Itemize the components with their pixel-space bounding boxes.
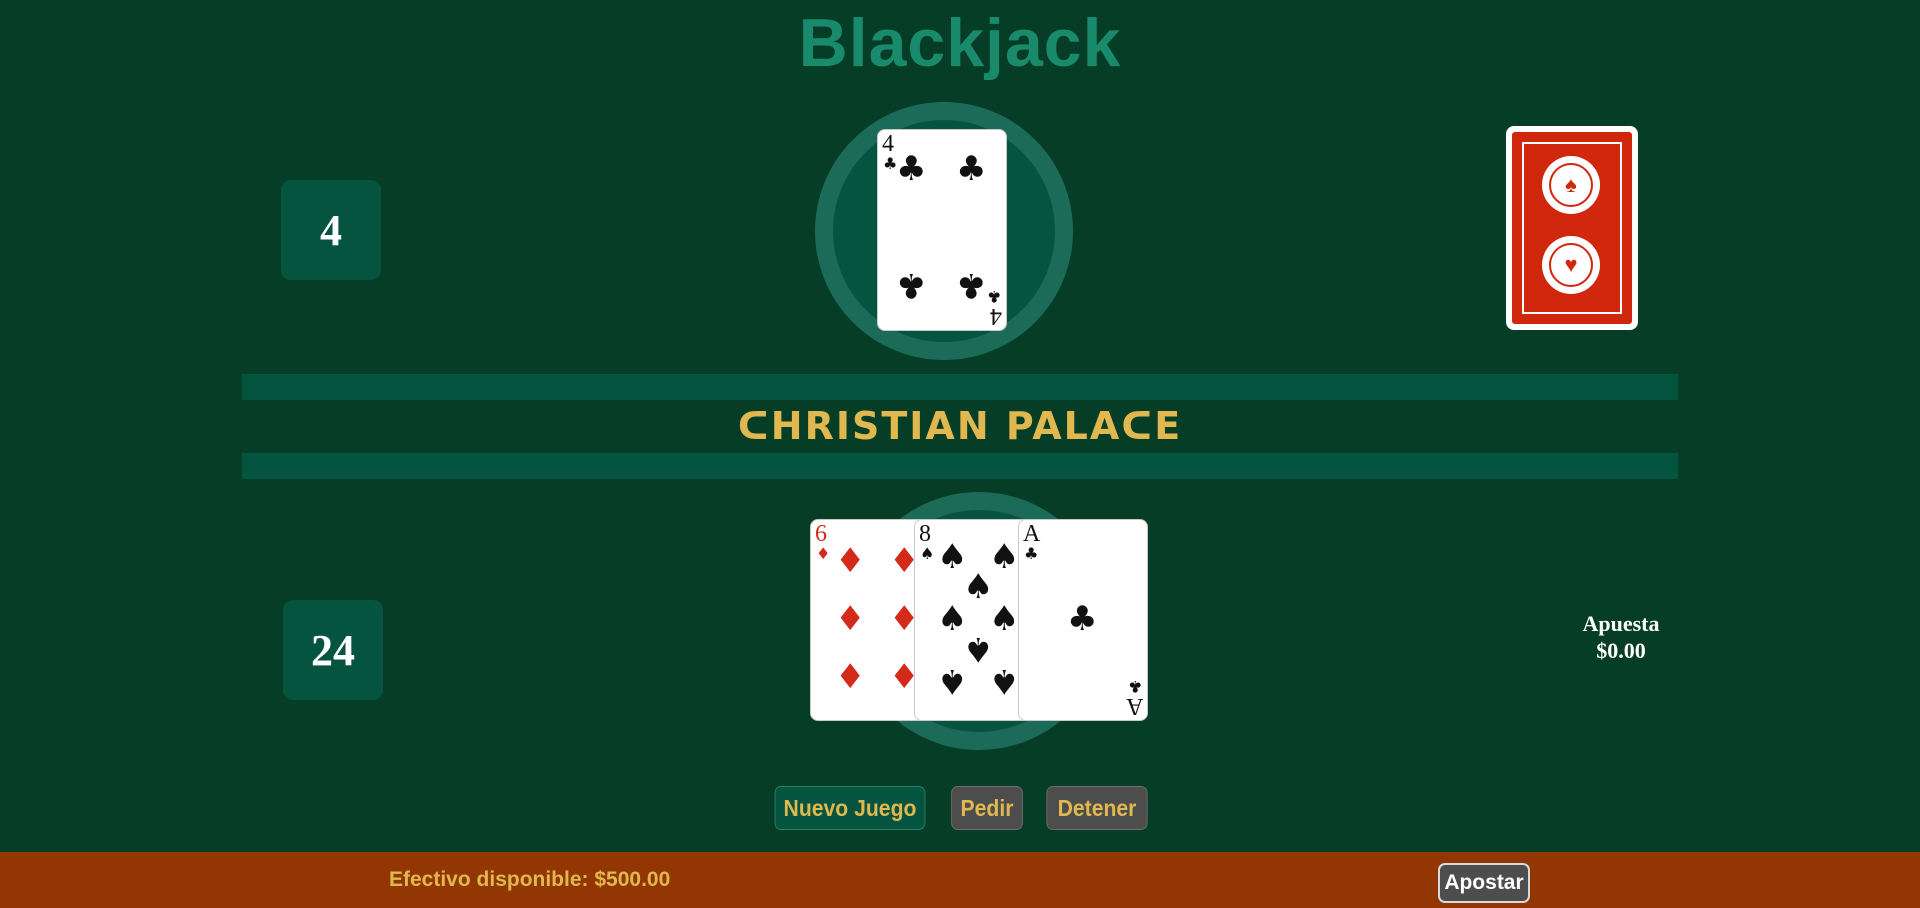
club-icon: ♣ bbox=[956, 149, 987, 189]
spade-icon: ♠ bbox=[920, 544, 935, 563]
bet-info: Apuesta $0.00 bbox=[1560, 610, 1682, 664]
heart-medallion-icon: ♥ bbox=[1542, 236, 1600, 294]
table-band-top bbox=[242, 374, 1678, 400]
card-rank: A bbox=[1023, 521, 1041, 547]
dealer-card: 4 ♣ ♣ ♣ ♣ ♣ ♣ 4 bbox=[877, 129, 1007, 331]
card-rank: 4 bbox=[882, 131, 894, 157]
club-icon: ♣ bbox=[896, 265, 927, 305]
dealer-score: 4 bbox=[281, 180, 381, 280]
spade-icon: ♠ bbox=[989, 661, 1020, 701]
card-rank: A bbox=[1125, 693, 1143, 719]
player-card-3: A ♣ ♣ ♣ A bbox=[1018, 519, 1148, 721]
club-icon: ♣ bbox=[1127, 677, 1142, 696]
bet-button[interactable]: Apostar bbox=[1438, 863, 1530, 903]
card-rank: 8 bbox=[919, 521, 931, 547]
spade-icon: ♠ bbox=[989, 537, 1020, 577]
bet-amount: $0.00 bbox=[1596, 638, 1646, 663]
club-icon: ♣ bbox=[986, 287, 1001, 306]
spade-icon: ♠ bbox=[989, 599, 1020, 639]
card-back-pattern: ♠ ♥ bbox=[1512, 132, 1632, 324]
diamond-icon: ♦ bbox=[835, 657, 866, 697]
footer-bar: Efectivo disponible: $500.00 Apostar bbox=[0, 852, 1920, 908]
club-icon: ♣ bbox=[956, 265, 987, 305]
card-rank: 6 bbox=[815, 521, 827, 547]
table-band-bottom bbox=[242, 453, 1678, 479]
club-icon: ♣ bbox=[1024, 544, 1039, 563]
spade-icon: ♠ bbox=[937, 661, 968, 701]
bet-label: Apuesta bbox=[1582, 611, 1660, 636]
diamond-icon: ♦ bbox=[816, 544, 831, 563]
stand-button[interactable]: Detener bbox=[1046, 786, 1148, 830]
game-title: Blackjack bbox=[798, 5, 1122, 81]
new-game-button[interactable]: Nuevo Juego bbox=[774, 786, 926, 830]
club-icon: ♣ bbox=[1067, 599, 1098, 639]
diamond-icon: ♦ bbox=[835, 541, 866, 581]
player-score: 24 bbox=[283, 600, 383, 700]
card-rank: 4 bbox=[990, 303, 1002, 329]
diamond-icon: ♦ bbox=[835, 599, 866, 639]
casino-brand: ᑕHRISTIAN PALAᑕE bbox=[737, 404, 1183, 448]
hit-button[interactable]: Pedir bbox=[951, 786, 1023, 830]
club-icon: ♣ bbox=[896, 149, 927, 189]
cash-available: Efectivo disponible: $500.00 bbox=[389, 868, 671, 891]
spade-medallion-icon: ♠ bbox=[1542, 156, 1600, 214]
deck-card-back[interactable]: ♠ ♥ bbox=[1506, 126, 1638, 330]
